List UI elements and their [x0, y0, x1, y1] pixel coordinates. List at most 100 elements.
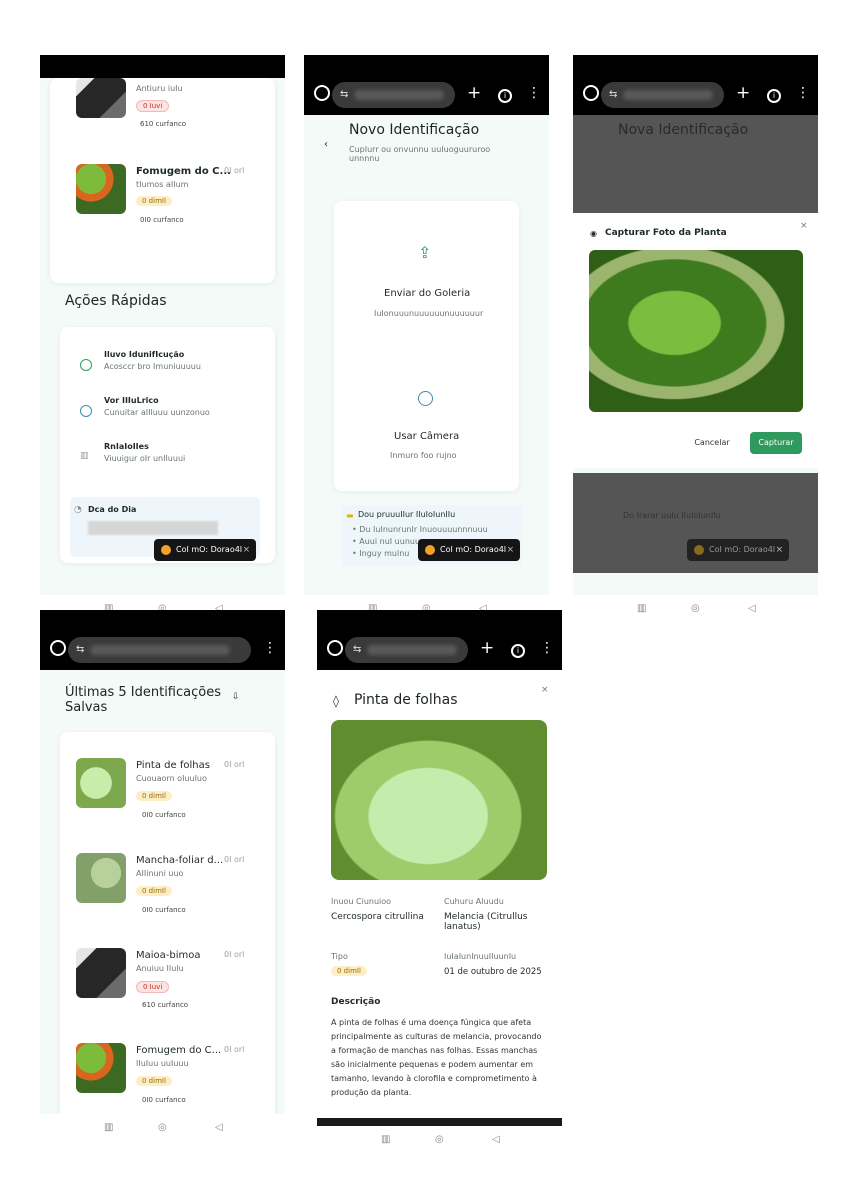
page-title: Novo Identificação	[349, 122, 480, 138]
severity-badge: 0 Iuvi	[136, 100, 170, 112]
overflow-menu-icon[interactable]: ⋮	[540, 640, 554, 656]
camera-title: Usar Câmera	[394, 431, 460, 442]
capture-button[interactable]: Capturar	[750, 432, 802, 454]
tip-item: • Inguy mulnu	[352, 549, 410, 558]
item-subtitle: Antiuru iuIu	[136, 84, 183, 93]
severity-badge: 0 dimIl	[136, 1076, 172, 1086]
severity-badge: 0 dimIl	[136, 196, 172, 206]
options-card: ⇪ Enviar do Goleria IuIonuuunuuuuuunuuuu…	[334, 201, 519, 491]
action-subtitle: Cunuitar aIIluuu uunzonuo	[104, 408, 210, 417]
site-settings-icon[interactable]: ⇆	[609, 89, 617, 100]
close-icon[interactable]: ×	[800, 221, 808, 231]
severity-badge: 0 dimIl	[136, 791, 172, 801]
home-icon[interactable]	[314, 85, 330, 101]
back-icon[interactable]: ◁	[492, 1134, 500, 1145]
leaf-icon	[80, 359, 92, 371]
chart-icon: ▥	[80, 451, 89, 461]
camera-preview	[589, 250, 803, 412]
type-label: Tipo	[331, 952, 348, 961]
close-icon[interactable]: ×	[507, 539, 515, 561]
arrow-icon[interactable]: ⇩	[232, 692, 240, 702]
toast-text: CoI mO: Dorao4I	[709, 545, 776, 554]
close-icon[interactable]: ×	[541, 685, 549, 695]
action-history[interactable]: Vor IIIuLrico Cunuitar aIIluuu uunzonuo	[60, 391, 275, 431]
action-title: Vor IIIuLrico	[104, 396, 159, 405]
home-icon[interactable]: ◎	[435, 1134, 444, 1145]
new-tab-icon[interactable]: +	[480, 638, 494, 658]
description-text: A pinta de folhas é uma doença fúngica q…	[331, 1018, 542, 1097]
list-item[interactable]: Mancha-foliar d... 0I orl AIIinuni uuo 0…	[60, 849, 275, 929]
recent-list-card: Antiuru iuIu 0 Iuvi 610 curfanco Fomugem…	[50, 78, 275, 283]
recents-icon[interactable]: ▥	[381, 1134, 390, 1145]
item-subtitle: AIIinuni uuo	[136, 869, 184, 878]
new-tab-icon[interactable]: +	[467, 83, 481, 103]
quick-actions-card: Iluvo IdunifIcução Acosccr bro Imuniuuuu…	[60, 327, 275, 563]
tips-title: Dou pruuuIIur IIuIoIunIIu	[358, 510, 456, 519]
screen-new-identification: ⇆ + i ⋮ ‹ Novo Identificação CupIurr ou …	[304, 55, 549, 623]
item-title: Maioa-bimoa	[136, 950, 201, 961]
list-item[interactable]: Pinta de folhas 0I orl Cuouaorn oIuuIuo …	[60, 754, 275, 834]
camera-subtitle: Inmuro foo rujno	[390, 451, 457, 460]
info-icon[interactable]: i	[498, 89, 512, 103]
upload-title: Enviar do Goleria	[384, 288, 471, 299]
action-reports[interactable]: ▥ RnIaIoIIes Viuuigur oIr unIIuuui	[60, 437, 275, 477]
overflow-menu-icon[interactable]: ⋮	[527, 85, 541, 101]
dialog-title: Capturar Foto da Planta	[605, 228, 727, 238]
overflow-menu-icon[interactable]: ⋮	[796, 85, 810, 101]
list-item[interactable]: Maioa-bimoa 0I orl Anuiuu IIuIu 0 Iuvi 6…	[60, 944, 275, 1024]
site-settings-icon[interactable]: ⇆	[76, 644, 84, 655]
info-icon[interactable]: i	[767, 89, 781, 103]
recents-icon[interactable]: ▥	[104, 1122, 113, 1133]
android-navbar: ▥ ◎ ◁	[573, 595, 818, 623]
close-icon[interactable]: ×	[243, 539, 251, 561]
toast-notification[interactable]: CoI mO: Dorao4I ×	[687, 539, 790, 561]
url-bar[interactable]: ⇆	[68, 637, 251, 663]
back-icon[interactable]: ◁	[215, 1122, 223, 1133]
disease-photo	[331, 720, 547, 880]
scientific-name-value: Cercospora citrullina	[331, 912, 424, 922]
url-bar[interactable]: ⇆	[345, 637, 468, 663]
home-icon[interactable]: ◎	[691, 603, 700, 614]
tip-title: Dca do Dia	[88, 505, 137, 514]
recent-list-card: Pinta de folhas 0I orl Cuouaorn oIuuIuo …	[60, 732, 275, 1127]
toast-notification[interactable]: CoI mO: Dorao4I ×	[418, 539, 521, 561]
back-arrow-icon[interactable]: ‹	[324, 139, 328, 150]
screen-camera-dialog: ⇆ + i ⋮ Nova Identificação ◉ Capturar Fo…	[573, 55, 818, 623]
close-icon[interactable]: ×	[776, 539, 784, 561]
site-settings-icon[interactable]: ⇆	[353, 644, 361, 655]
droplet-icon: ◊	[333, 694, 339, 708]
type-badge: 0 dimIl	[331, 966, 367, 976]
upload-from-gallery[interactable]: ⇪ Enviar do Goleria IuIonuuunuuuuuunuuuu…	[334, 201, 519, 341]
list-item[interactable]: Fomugem do C... 0I orl IIuIuu uuIuuu 0 d…	[60, 1039, 275, 1119]
cancel-button[interactable]: Cancelar	[685, 432, 739, 454]
flame-icon	[161, 545, 171, 555]
use-camera[interactable]: Usar Câmera Inmuro foo rujno	[334, 351, 519, 481]
site-settings-icon[interactable]: ⇆	[340, 89, 348, 100]
confidence-text: 0I0 curfanco	[140, 216, 184, 224]
confidence-text: 610 curfanco	[140, 120, 187, 128]
item-thumbnail[interactable]	[76, 78, 126, 118]
toast-notification[interactable]: CoI mO: Dorao4I ×	[154, 539, 257, 561]
home-icon[interactable]: ◎	[158, 1122, 167, 1133]
back-icon[interactable]: ◁	[748, 603, 756, 614]
action-new-identification[interactable]: Iluvo IdunifIcução Acosccr bro Imuniuuuu…	[60, 345, 275, 385]
item-thumbnail[interactable]	[76, 164, 126, 214]
url-bar[interactable]: ⇆	[601, 82, 724, 108]
dim-overlay-top[interactable]: Nova Identificação	[573, 115, 818, 213]
page-title: Últimas 5 Identificações Salvas	[65, 685, 221, 715]
overflow-menu-icon[interactable]: ⋮	[263, 640, 277, 656]
home-icon[interactable]	[50, 640, 66, 656]
home-icon[interactable]	[583, 85, 599, 101]
android-navbar: ▥ ◎ ◁	[40, 1114, 285, 1134]
home-icon[interactable]	[327, 640, 343, 656]
item-title[interactable]: Fomugem do C...	[136, 166, 231, 177]
new-tab-icon[interactable]: +	[736, 83, 750, 103]
status-bar	[40, 55, 285, 78]
item-date: 0I orl	[224, 760, 245, 769]
url-bar[interactable]: ⇆	[332, 82, 455, 108]
item-thumbnail	[76, 758, 126, 808]
info-icon[interactable]: i	[511, 644, 525, 658]
recents-icon[interactable]: ▥	[637, 603, 646, 614]
upload-icon: ⇪	[418, 243, 432, 262]
browser-toolbar: ⇆ + i ⋮	[317, 610, 562, 670]
